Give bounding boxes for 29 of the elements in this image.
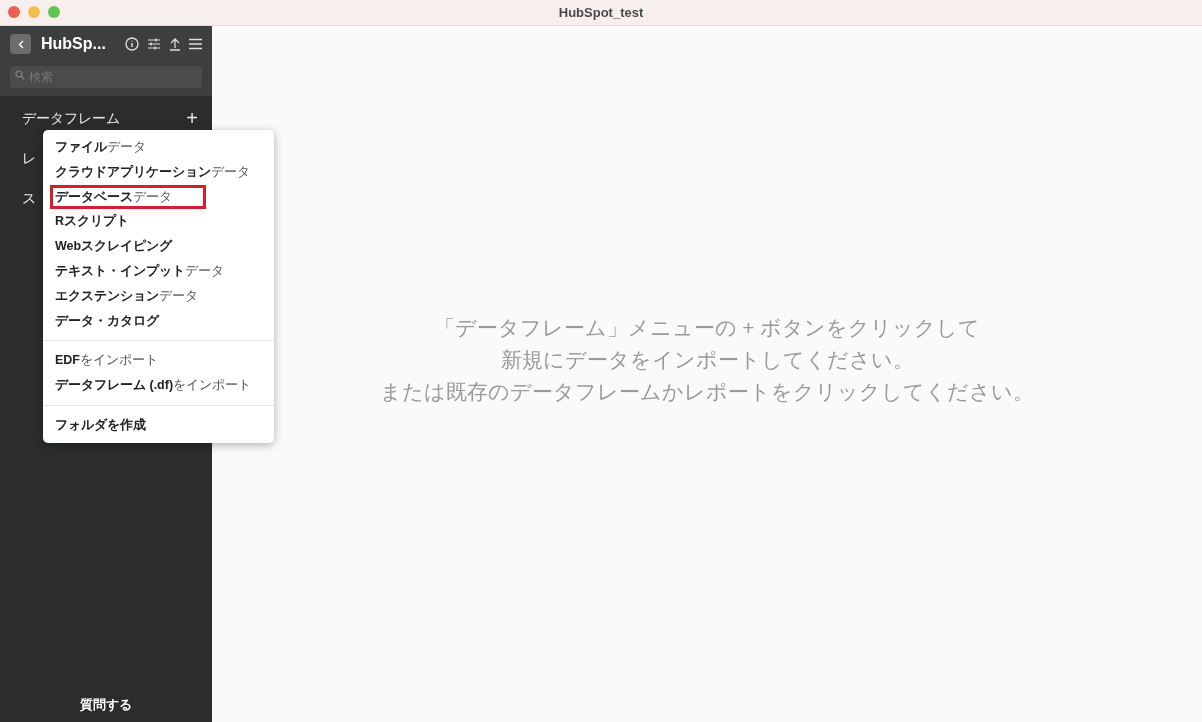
empty-state-message: または既存のデータフレームかレポートをクリックしてください。 <box>380 379 1034 405</box>
menu-icon[interactable] <box>189 38 202 50</box>
info-icon[interactable] <box>125 37 139 51</box>
menu-item[interactable]: ファイルデータ <box>53 138 148 157</box>
chevron-left-icon <box>17 39 24 49</box>
empty-state-message: 「データフレーム」メニューの + ボタンをクリックして <box>433 315 981 341</box>
add-button[interactable]: + <box>186 108 198 128</box>
menu-item[interactable]: データ・カタログ <box>53 311 161 331</box>
sidebar-section-label[interactable]: データフレーム <box>22 107 120 129</box>
empty-state-message: 新規にデータをインポートしてください。 <box>500 347 914 373</box>
sliders-icon[interactable] <box>147 37 161 51</box>
window-title: HubSpot_test <box>558 3 644 22</box>
project-title: HubSp... <box>41 34 106 54</box>
menu-item[interactable]: データフレーム (.df)をインポート <box>53 376 254 395</box>
back-button[interactable] <box>10 34 31 54</box>
menu-item[interactable]: Rスクリプト <box>53 212 132 232</box>
menu-item[interactable]: フォルダを作成 <box>53 416 148 435</box>
search-icon <box>15 70 25 80</box>
sidebar-section-label[interactable]: レ <box>22 147 36 169</box>
sidebar-section-label[interactable]: ス <box>22 187 36 209</box>
close-window-icon[interactable] <box>8 6 20 18</box>
menu-item[interactable]: テキスト・インプットデータ <box>53 262 226 281</box>
menu-item[interactable]: EDFをインポート <box>53 351 160 371</box>
upload-icon[interactable] <box>169 37 181 51</box>
menu-item[interactable]: データベースデータ <box>53 187 203 207</box>
menu-item[interactable]: Webスクレイピング <box>53 237 175 256</box>
ask-question-button[interactable]: 質問する <box>80 694 132 714</box>
menu-item[interactable]: クラウドアプリケーションデータ <box>53 162 252 182</box>
menu-item[interactable]: エクステンションデータ <box>53 286 200 306</box>
